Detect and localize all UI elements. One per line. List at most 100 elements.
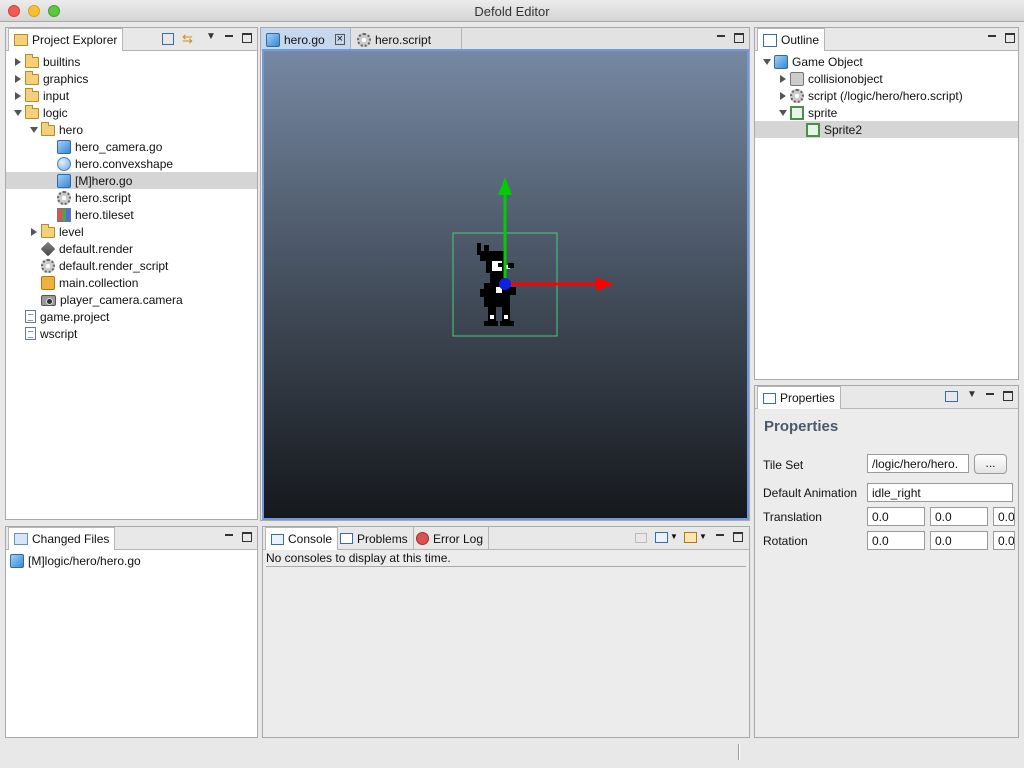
tree-row[interactable]: builtins — [6, 53, 257, 70]
gizmo-y-arrowhead[interactable] — [498, 177, 512, 195]
tab-hero-script[interactable]: hero.script — [352, 28, 462, 51]
pin-properties-icon[interactable] — [945, 391, 958, 402]
tree-row[interactable]: collisionobject — [755, 70, 1018, 87]
outline-header: Outline — [755, 28, 1018, 52]
tab-hero-go[interactable]: hero.go × — [261, 28, 351, 51]
script-icon — [57, 190, 71, 205]
link-with-editor-icon[interactable]: ⇆ — [182, 32, 196, 45]
collapse-arrow-icon[interactable] — [763, 58, 771, 65]
tree-row[interactable]: wscript — [6, 325, 257, 342]
minimize-console-button[interactable] — [715, 532, 725, 542]
close-tab-icon[interactable]: × — [334, 34, 345, 45]
tree-row[interactable]: Sprite2 — [755, 121, 1018, 138]
translate-gizmo[interactable] — [498, 177, 614, 291]
tree-row[interactable]: input — [6, 87, 257, 104]
expand-arrow-icon[interactable] — [15, 57, 21, 66]
collapse-arrow-icon[interactable] — [779, 109, 787, 116]
gizmo-center[interactable] — [499, 278, 511, 290]
tab-error-log[interactable]: Error Log — [411, 527, 490, 550]
scene-canvas[interactable] — [264, 51, 747, 518]
tree-item-label: default.render — [59, 241, 134, 256]
minimize-changed-files-button[interactable] — [224, 532, 234, 542]
translation-z-field[interactable]: 0.0 — [993, 507, 1015, 526]
tree-row[interactable]: default.render_script — [6, 257, 257, 274]
expand-arrow-icon[interactable] — [31, 227, 37, 236]
scene-viewport[interactable] — [262, 49, 749, 520]
display-console-dropdown-icon[interactable]: ▼ — [670, 532, 678, 541]
tree-row[interactable]: sprite — [755, 104, 1018, 121]
tree-row[interactable]: script (/logic/hero/hero.script) — [755, 87, 1018, 104]
tree-row[interactable]: hero.tileset — [6, 206, 257, 223]
tree-row[interactable]: hero.script — [6, 189, 257, 206]
tab-project-explorer[interactable]: Project Explorer — [8, 28, 124, 52]
tree-item-label: collisionobject — [808, 71, 883, 86]
outline-tree: Game Object collisionobject script (/logic… — [755, 51, 1018, 379]
maximize-panel-button[interactable] — [242, 33, 252, 43]
open-console-icon[interactable] — [684, 532, 697, 543]
outline-icon — [763, 33, 777, 47]
minimize-properties-button[interactable] — [985, 391, 995, 401]
sprite-icon — [790, 105, 804, 120]
gizmo-x-arrowhead[interactable] — [596, 277, 614, 291]
collapse-all-icon[interactable] — [162, 33, 174, 45]
maximize-changed-files-button[interactable] — [242, 532, 252, 542]
rotation-x-field[interactable]: 0.0 — [867, 531, 925, 550]
maximize-editor-button[interactable] — [734, 33, 744, 43]
tab-outline-label: Outline — [781, 33, 820, 47]
tree-row[interactable]: hero — [6, 121, 257, 138]
collapse-arrow-icon[interactable] — [30, 126, 38, 133]
list-item[interactable]: [M]logic/hero/hero.go — [10, 552, 257, 569]
maximize-outline-button[interactable] — [1005, 33, 1015, 43]
tree-row[interactable]: default.render — [6, 240, 257, 257]
rotation-y-field[interactable]: 0.0 — [930, 531, 988, 550]
tree-item-label: graphics — [43, 71, 89, 86]
tree-row[interactable]: Game Object — [755, 53, 1018, 70]
tree-row[interactable]: game.project — [6, 308, 257, 325]
problems-icon — [340, 533, 353, 544]
rotation-z-field[interactable]: 0.0 — [993, 531, 1015, 550]
tab-console[interactable]: Console — [265, 527, 339, 551]
error-log-icon — [416, 532, 429, 545]
tree-row[interactable]: player_camera.camera — [6, 291, 257, 308]
expand-arrow-icon[interactable] — [15, 91, 21, 100]
translation-x-field[interactable]: 0.0 — [867, 507, 925, 526]
status-bar — [0, 742, 1024, 768]
tab-outline[interactable]: Outline — [757, 28, 826, 52]
tree-row[interactable]: hero.convexshape — [6, 155, 257, 172]
expand-arrow-icon[interactable] — [15, 74, 21, 83]
tree-row[interactable]: [M]hero.go — [6, 172, 257, 189]
translation-y-field[interactable]: 0.0 — [930, 507, 988, 526]
expand-arrow-icon[interactable] — [780, 91, 786, 100]
pin-console-icon[interactable] — [635, 533, 647, 543]
tree-row[interactable]: hero_camera.go — [6, 138, 257, 155]
minimize-editor-button[interactable] — [716, 33, 726, 43]
project-explorer-panel: Project Explorer ⇆ ▼ builtins graphics inp… — [5, 27, 258, 520]
expand-arrow-icon[interactable] — [780, 74, 786, 83]
maximize-console-button[interactable] — [733, 532, 743, 542]
browse-tile-set-button[interactable]: ... — [974, 454, 1007, 474]
display-console-icon[interactable] — [655, 532, 668, 543]
maximize-properties-button[interactable] — [1003, 391, 1013, 401]
tab-problems[interactable]: Problems — [335, 527, 414, 550]
tab-changed-files[interactable]: Changed Files — [8, 527, 116, 551]
minimize-panel-button[interactable] — [224, 33, 234, 43]
tree-row[interactable]: logic — [6, 104, 257, 121]
view-menu-icon[interactable]: ▼ — [206, 31, 216, 42]
tree-row[interactable]: graphics — [6, 70, 257, 87]
default-animation-field[interactable]: idle_right — [867, 483, 1013, 502]
tab-properties[interactable]: Properties — [757, 386, 841, 410]
tile-set-label: Tile Set — [763, 458, 804, 472]
collapse-arrow-icon[interactable] — [14, 109, 22, 116]
properties-view-menu-icon[interactable]: ▼ — [967, 389, 977, 400]
tab-project-explorer-label: Project Explorer — [32, 33, 118, 47]
tree-row[interactable]: level — [6, 223, 257, 240]
open-console-dropdown-icon[interactable]: ▼ — [699, 532, 707, 541]
window-title-bar: Defold Editor — [0, 0, 1024, 22]
tree-row[interactable]: main.collection — [6, 274, 257, 291]
tile-set-field[interactable]: /logic/hero/hero. — [867, 454, 969, 473]
minimize-outline-button[interactable] — [987, 33, 997, 43]
tree-item-label: hero.tileset — [75, 207, 134, 222]
